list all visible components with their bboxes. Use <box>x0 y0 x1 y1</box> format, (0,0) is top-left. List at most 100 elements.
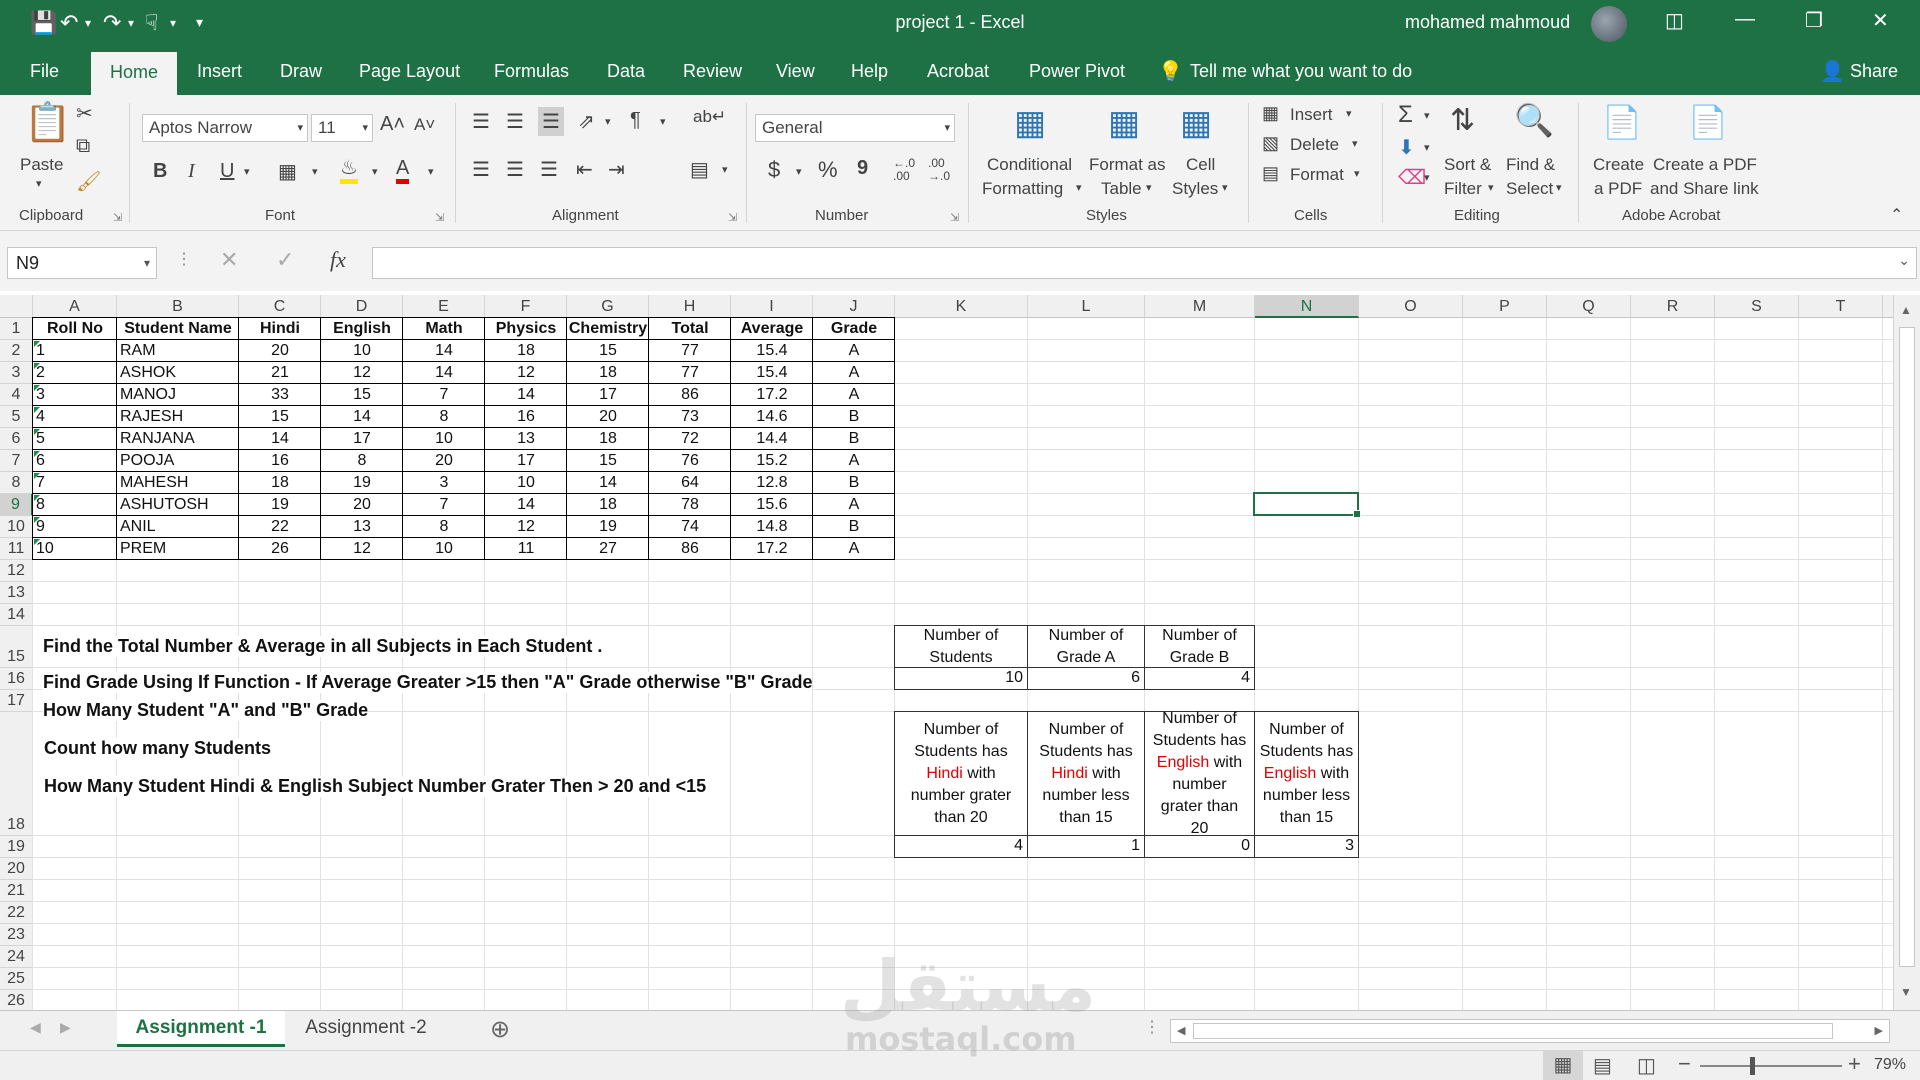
fill-dropdown-icon[interactable]: ▾ <box>1424 141 1430 154</box>
font-launcher-icon[interactable]: ⇲ <box>435 211 444 224</box>
table-cell[interactable]: ASHUTOSH <box>120 494 236 516</box>
align-left-icon[interactable]: ☰ <box>472 157 490 182</box>
column-header-i[interactable]: I <box>731 295 813 318</box>
align-middle-icon[interactable]: ☰ <box>506 109 524 134</box>
summary2-value[interactable]: 0 <box>1144 835 1255 858</box>
table-cell[interactable]: 77 <box>652 340 728 362</box>
table-cell[interactable]: 19 <box>570 516 646 538</box>
table-cell[interactable]: 8 <box>406 516 482 538</box>
summary-value[interactable]: 4 <box>1144 667 1255 690</box>
column-header-d[interactable]: D <box>321 295 403 318</box>
table-header-roll-no[interactable]: Roll No <box>33 318 117 340</box>
table-cell[interactable]: 14 <box>406 340 482 362</box>
column-header-e[interactable]: E <box>403 295 485 318</box>
table-cell[interactable]: 15.2 <box>734 450 810 472</box>
conditional-formatting-label1[interactable]: Conditional <box>987 155 1072 175</box>
table-cell[interactable]: 3 <box>36 384 114 406</box>
cancel-icon[interactable]: ✕ <box>220 247 238 273</box>
borders-icon[interactable]: ▦ <box>278 159 297 184</box>
bold-button[interactable]: B <box>153 160 167 183</box>
table-cell[interactable]: 14.6 <box>734 406 810 428</box>
column-header-j[interactable]: J <box>813 295 895 318</box>
zoom-out-icon[interactable]: − <box>1678 1051 1691 1077</box>
column-header-a[interactable]: A <box>33 295 117 318</box>
table-cell[interactable]: 18 <box>570 428 646 450</box>
table-cell[interactable]: 12 <box>324 538 400 560</box>
row-header-23[interactable]: 23 <box>0 924 33 946</box>
name-box[interactable]: N9 ▾ <box>7 247 157 279</box>
share-pdf-icon[interactable]: 📄 <box>1688 103 1728 141</box>
normal-view-icon[interactable]: ▦ <box>1543 1051 1583 1080</box>
table-cell[interactable]: POOJA <box>120 450 236 472</box>
decrease-indent-icon[interactable]: ⇤ <box>576 157 593 182</box>
vertical-scrollbar[interactable]: ▲ ▼ <box>1893 295 1920 1010</box>
table-cell[interactable]: 3 <box>406 472 482 494</box>
summary2-value[interactable]: 4 <box>894 835 1028 858</box>
autosum-icon[interactable]: Σ <box>1398 101 1413 129</box>
column-header-t[interactable]: T <box>1799 295 1883 318</box>
create-pdf-label2[interactable]: a PDF <box>1594 179 1642 199</box>
table-cell[interactable]: 8 <box>406 406 482 428</box>
table-cell[interactable]: 15 <box>570 340 646 362</box>
align-top-icon[interactable]: ☰ <box>472 109 490 134</box>
row-header-16[interactable]: 16 <box>0 668 33 690</box>
table-cell[interactable]: 15.4 <box>734 340 810 362</box>
table-header-total[interactable]: Total <box>649 318 731 340</box>
increase-indent-icon[interactable]: ⇥ <box>608 157 625 182</box>
expand-formula-icon[interactable]: ⌄ <box>1898 252 1910 269</box>
row-header-15[interactable]: 15 <box>0 626 33 668</box>
table-header-chemistry[interactable]: Chemistry <box>567 318 649 340</box>
table-cell[interactable]: 19 <box>324 472 400 494</box>
row-header-4[interactable]: 4 <box>0 384 33 406</box>
font-color-dropdown-icon[interactable]: ▾ <box>428 165 434 178</box>
wrap-text-icon[interactable]: ab↵ <box>693 107 726 127</box>
share-pdf-label2[interactable]: and Share link <box>1650 179 1759 199</box>
table-header-english[interactable]: English <box>321 318 403 340</box>
increase-font-icon[interactable]: A˄ <box>380 113 405 136</box>
table-cell[interactable]: 76 <box>652 450 728 472</box>
column-header-s[interactable]: S <box>1715 295 1799 318</box>
table-cell[interactable]: 14.8 <box>734 516 810 538</box>
table-cell[interactable]: 7 <box>406 494 482 516</box>
delete-cells-icon[interactable]: ▧ <box>1262 133 1279 154</box>
scroll-thumb[interactable] <box>1899 327 1915 967</box>
zoom-slider-thumb[interactable] <box>1750 1057 1755 1075</box>
table-cell[interactable]: 14 <box>406 362 482 384</box>
zoom-slider[interactable] <box>1700 1065 1842 1067</box>
align-bottom-icon[interactable]: ☰ <box>538 107 564 136</box>
zoom-level[interactable]: 79% <box>1874 1056 1906 1074</box>
paste-button[interactable]: Paste <box>20 155 63 175</box>
table-cell[interactable]: MANOJ <box>120 384 236 406</box>
table-cell[interactable]: 16 <box>242 450 318 472</box>
tab-review[interactable]: Review <box>683 61 742 82</box>
table-cell[interactable]: 17 <box>324 428 400 450</box>
table-cell[interactable]: 16 <box>488 406 564 428</box>
cell-styles-label2[interactable]: Styles <box>1172 179 1218 199</box>
font-color-icon[interactable]: A <box>396 157 410 184</box>
table-header-average[interactable]: Average <box>731 318 813 340</box>
table-cell[interactable]: 74 <box>652 516 728 538</box>
table-header-hindi[interactable]: Hindi <box>239 318 321 340</box>
table-cell[interactable]: 10 <box>488 472 564 494</box>
table-cell[interactable]: 64 <box>652 472 728 494</box>
row-header-25[interactable]: 25 <box>0 968 33 990</box>
column-header-p[interactable]: P <box>1463 295 1547 318</box>
add-sheet-icon[interactable]: ⊕ <box>490 1015 510 1044</box>
clipboard-launcher-icon[interactable]: ⇲ <box>113 211 122 224</box>
column-header-m[interactable]: M <box>1145 295 1255 318</box>
ribbon-display-icon[interactable]: ◫ <box>1665 8 1684 33</box>
table-cell[interactable]: 27 <box>570 538 646 560</box>
close-icon[interactable]: ✕ <box>1872 8 1889 33</box>
table-cell[interactable]: 20 <box>324 494 400 516</box>
row-header-3[interactable]: 3 <box>0 362 33 384</box>
row-header-12[interactable]: 12 <box>0 560 33 582</box>
column-header-u[interactable]: U <box>1883 295 1893 318</box>
table-cell[interactable]: 9 <box>36 516 114 538</box>
sort-filter-label2[interactable]: Filter <box>1444 179 1482 199</box>
align-center-icon[interactable]: ☰ <box>506 157 524 182</box>
table-cell[interactable]: 7 <box>36 472 114 494</box>
italic-button[interactable]: I <box>188 160 195 183</box>
table-cell[interactable]: 10 <box>406 538 482 560</box>
table-cell[interactable]: A <box>816 384 892 406</box>
scroll-left-icon[interactable]: ◀ <box>1177 1024 1185 1037</box>
